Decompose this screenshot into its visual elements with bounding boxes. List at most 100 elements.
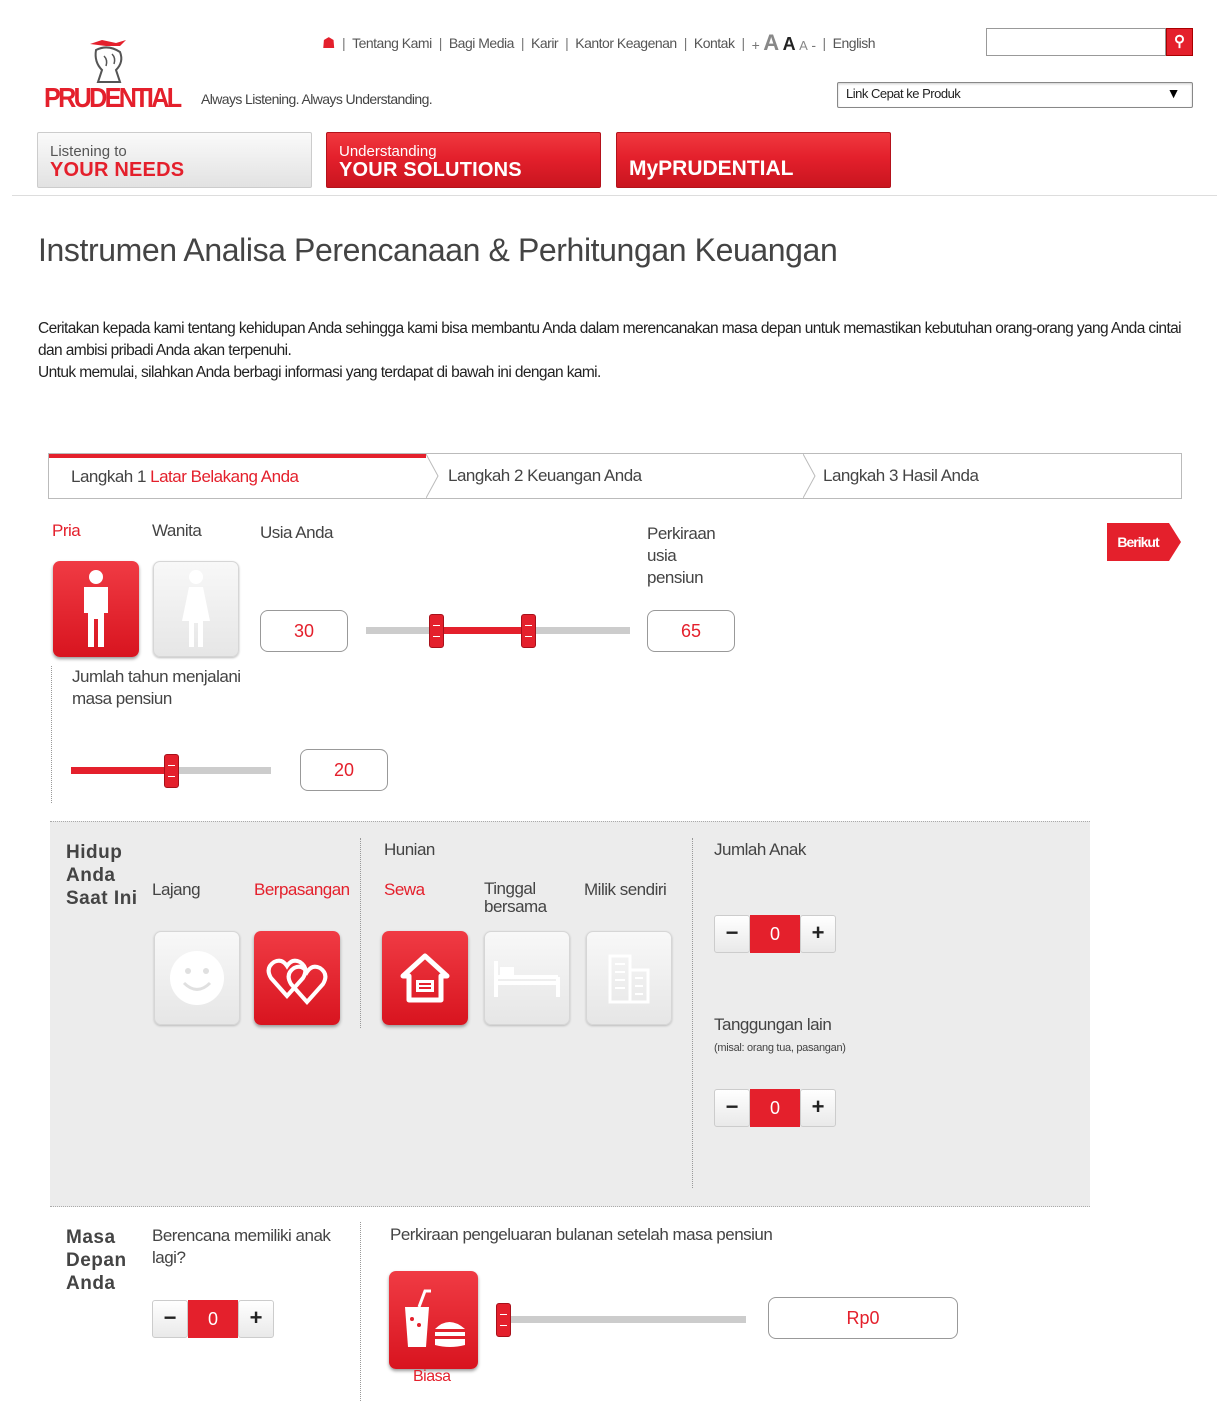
married-button[interactable]	[254, 931, 340, 1025]
expense-slider-track[interactable]	[500, 1316, 746, 1323]
rent-button[interactable]	[382, 931, 468, 1025]
other-dependents-label: Tanggungan lain	[714, 1015, 832, 1034]
font-size-medium-button[interactable]: A	[783, 34, 796, 55]
married-label: Berpasangan	[254, 880, 350, 899]
prudential-rock-logo	[90, 40, 126, 83]
section-divider	[360, 1222, 361, 1401]
live-with-family-label-line2: bersama	[484, 897, 547, 916]
more-children-label: Berencana memiliki anak lagi?	[152, 1225, 331, 1269]
tab-your-solutions-line1: Understanding	[339, 143, 437, 160]
age-slider-handle[interactable]	[429, 614, 444, 648]
children-decrement-button[interactable]: −	[714, 915, 750, 953]
dependents-decrement-button[interactable]: −	[714, 1089, 750, 1127]
more-children-increment-button[interactable]: +	[238, 1300, 274, 1338]
building-icon	[608, 954, 650, 1004]
section-divider	[360, 838, 361, 1028]
age-value-field[interactable]: 30	[260, 610, 348, 652]
tab-step-1[interactable]: Langkah 1 Latar Belakang Anda	[49, 454, 426, 498]
single-label: Lajang	[152, 880, 201, 899]
gender-male-label: Pria	[52, 521, 81, 540]
more-children-decrement-button[interactable]: −	[152, 1300, 188, 1338]
quick-link-select[interactable]: Link Cepat ke Produk ▼	[837, 82, 1193, 108]
home-icon[interactable]: ☗	[322, 34, 335, 52]
expense-level-label: Biasa	[413, 1368, 451, 1385]
children-count-stepper: − 0 +	[714, 915, 836, 953]
font-size-large-button[interactable]: A	[763, 30, 779, 56]
tab-your-needs-line2: YOUR NEEDS	[50, 159, 185, 181]
step-1-prefix: Langkah 1	[71, 467, 146, 486]
children-count-value[interactable]: 0	[750, 915, 800, 953]
quick-link-selected-value: Link Cepat ke Produk	[846, 86, 961, 101]
dropdown-arrow-icon: ▼	[1166, 85, 1181, 101]
retirement-expense-label: Perkiraan pengeluaran bulanan setelah ma…	[390, 1225, 773, 1244]
children-increment-button[interactable]: +	[800, 915, 836, 953]
fast-food-icon	[404, 1289, 465, 1347]
nav-link-kontak[interactable]: Kontak	[694, 35, 735, 51]
next-button[interactable]: Berikut	[1107, 523, 1181, 561]
retirement-years-label: Jumlah tahun menjalani masa pensiun	[72, 666, 241, 710]
male-person-icon	[84, 570, 108, 647]
retirement-age-slider-handle[interactable]	[521, 614, 536, 648]
retirement-age-label: Perkiraan usia pensiun	[647, 523, 716, 589]
live-with-family-label-line1: Tinggal	[484, 879, 536, 898]
age-slider-range	[436, 627, 528, 634]
font-size-small-button[interactable]: A	[799, 38, 808, 53]
tab-myprudential[interactable]: MyPRUDENTIAL	[616, 132, 891, 188]
font-size-controls: + A A A -	[752, 30, 816, 56]
nav-link-karir[interactable]: Karir	[531, 35, 559, 51]
intro-text: Ceritakan kepada kami tentang kehidupan …	[38, 318, 1188, 384]
nav-link-tentang-kami[interactable]: Tentang Kami	[352, 35, 432, 51]
gender-female-button[interactable]	[153, 561, 239, 657]
expense-slider-handle[interactable]	[496, 1303, 511, 1337]
current-life-title-line1: Hidup	[66, 842, 123, 863]
step-1-name: Latar Belakang Anda	[150, 467, 299, 486]
intro-paragraph-1: Ceritakan kepada kami tentang kehidupan …	[38, 320, 1182, 359]
single-button[interactable]	[154, 931, 240, 1025]
nav-link-bagi-media[interactable]: Bagi Media	[449, 35, 515, 51]
house-icon	[400, 953, 450, 1003]
other-dependents-hint: (misal: orang tua, pasangan)	[714, 1042, 846, 1054]
more-children-stepper: − 0 +	[152, 1300, 274, 1338]
gender-male-button[interactable]	[53, 561, 139, 657]
retirement-years-label-line1: Jumlah tahun menjalani	[72, 667, 241, 686]
live-with-family-button[interactable]	[484, 931, 570, 1025]
step-tabs: Langkah 1 Latar Belakang Anda Langkah 2 …	[48, 453, 1182, 499]
section-divider	[51, 666, 52, 803]
dependents-count-value[interactable]: 0	[750, 1089, 800, 1127]
tab-your-needs[interactable]: Listening to YOUR NEEDS	[37, 132, 312, 188]
retirement-age-value-field[interactable]: 65	[647, 610, 735, 652]
search-input[interactable]	[986, 28, 1166, 56]
rent-label: Sewa	[384, 880, 425, 899]
nav-link-kantor-keagenan[interactable]: Kantor Keagenan	[575, 35, 677, 51]
tab-step-2[interactable]: Langkah 2 Keuangan Anda	[426, 454, 803, 498]
children-count-label: Jumlah Anak	[714, 840, 806, 859]
language-switch-link[interactable]: English	[833, 35, 876, 51]
expense-value-field[interactable]: Rp0	[768, 1297, 958, 1339]
prudential-logo-text[interactable]: PRUDENTIAL	[44, 82, 182, 114]
header-divider	[12, 195, 1217, 196]
live-with-family-label: Tinggal bersama	[484, 880, 547, 916]
housing-label: Hunian	[384, 840, 435, 859]
search-button[interactable]: ⚲	[1166, 28, 1193, 56]
dependents-increment-button[interactable]: +	[800, 1089, 836, 1127]
expense-level-button[interactable]	[389, 1271, 478, 1369]
tagline: Always Listening. Always Understanding.	[201, 91, 433, 107]
tab-myprudential-label: MyPRUDENTIAL	[629, 157, 794, 180]
tab-your-solutions[interactable]: Understanding YOUR SOLUTIONS	[326, 132, 601, 188]
own-home-button[interactable]	[586, 931, 672, 1025]
retirement-years-slider-fill	[71, 767, 171, 774]
more-children-label-line1: Berencana memiliki anak	[152, 1226, 331, 1245]
more-children-label-line2: lagi?	[152, 1248, 186, 1267]
font-decrease-sign: -	[811, 37, 816, 53]
tab-step-3[interactable]: Langkah 3 Hasil Anda	[803, 454, 1181, 498]
two-hearts-icon	[266, 958, 328, 1006]
section-divider	[692, 838, 693, 1188]
future-section-title: Masa Depan Anda	[66, 1226, 127, 1295]
retirement-years-slider-handle[interactable]	[164, 754, 179, 788]
female-person-icon	[182, 570, 210, 647]
top-navigation: ☗ | Tentang Kami | Bagi Media | Karir | …	[322, 30, 876, 56]
more-children-value[interactable]: 0	[188, 1300, 238, 1338]
retirement-years-value-field[interactable]: 20	[300, 749, 388, 791]
bed-icon	[494, 961, 560, 997]
current-life-section-title: Hidup Anda Saat Ini	[66, 841, 138, 910]
